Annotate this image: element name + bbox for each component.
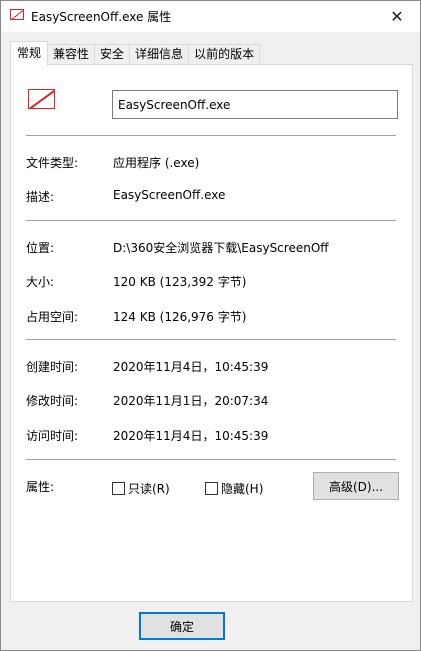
close-button[interactable]: ✕	[374, 1, 420, 32]
hidden-checkbox-label: 隐藏(H)	[221, 482, 264, 496]
readonly-checkbox[interactable]: 只读(R)	[112, 480, 170, 497]
hidden-checkbox-box[interactable]	[205, 482, 218, 495]
divider	[26, 220, 396, 221]
accessed-label: 访问时间:	[26, 429, 79, 443]
size-label: 大小:	[26, 275, 55, 289]
tab-details[interactable]: 详细信息	[129, 44, 190, 65]
hidden-checkbox[interactable]: 隐藏(H)	[205, 480, 263, 497]
general-panel: 文件类型: 应用程序 (.exe) 描述: EasyScreenOff.exe …	[10, 64, 413, 602]
attributes-label: 属性:	[26, 480, 55, 494]
modified-value: 2020年11月1日，20:07:34	[113, 394, 269, 408]
created-label: 创建时间:	[26, 360, 79, 374]
divider	[26, 135, 396, 136]
tab-bar: 常规 兼容性 安全 详细信息 以前的版本	[10, 41, 261, 66]
modified-label: 修改时间:	[26, 394, 79, 408]
divider	[26, 459, 396, 460]
advanced-button[interactable]: 高级(D)...	[313, 472, 399, 500]
tab-previous-versions[interactable]: 以前的版本	[188, 44, 261, 65]
window-title: EasyScreenOff.exe 属性	[31, 10, 172, 24]
location-value: D:\360安全浏览器下载\EasyScreenOff	[113, 241, 329, 255]
location-label: 位置:	[26, 241, 55, 255]
tab-general[interactable]: 常规	[10, 41, 49, 66]
title-bar: EasyScreenOff.exe 属性 ✕	[1, 1, 420, 32]
file-type-value: 应用程序 (.exe)	[113, 156, 200, 170]
file-icon	[10, 9, 24, 20]
tab-compatibility[interactable]: 兼容性	[47, 44, 96, 65]
readonly-checkbox-box[interactable]	[112, 482, 125, 495]
description-value: EasyScreenOff.exe	[113, 188, 226, 202]
properties-dialog: EasyScreenOff.exe 属性 ✕ 常规 兼容性 安全 详细信息 以前…	[0, 0, 421, 651]
file-type-label: 文件类型:	[26, 156, 79, 170]
accessed-value: 2020年11月4日，10:45:39	[113, 429, 269, 443]
divider	[26, 339, 396, 340]
file-name-field[interactable]	[112, 90, 398, 119]
size-value: 120 KB (123,392 字节)	[113, 275, 247, 289]
ok-button[interactable]: 确定	[139, 612, 225, 640]
tab-security[interactable]: 安全	[94, 44, 131, 65]
readonly-checkbox-label: 只读(R)	[128, 482, 170, 496]
file-type-icon	[28, 89, 55, 109]
size-on-disk-label: 占用空间:	[26, 310, 79, 324]
created-value: 2020年11月4日，10:45:39	[113, 360, 269, 374]
size-on-disk-value: 124 KB (126,976 字节)	[113, 310, 247, 324]
description-label: 描述:	[26, 190, 55, 204]
